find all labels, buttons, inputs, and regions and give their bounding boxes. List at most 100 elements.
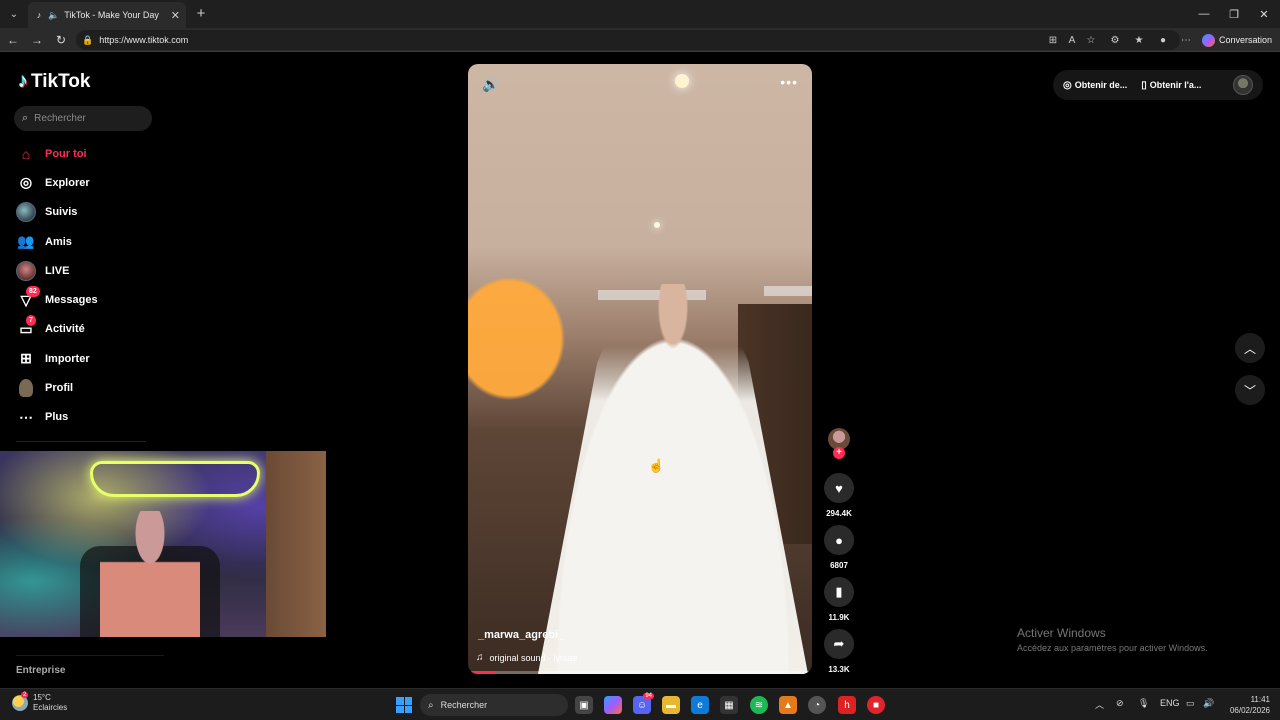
start-button[interactable] — [396, 697, 412, 713]
following-avatar-icon — [16, 202, 36, 223]
copilot-icon[interactable] — [604, 696, 622, 714]
refresh-button[interactable]: ↻ — [52, 31, 70, 49]
browser-tab[interactable]: ♪ 🔈 TikTok - Make Your Day ✕ — [28, 2, 186, 28]
taskbar-search[interactable]: ⌕ Rechercher — [420, 694, 568, 716]
sidebar-item-messages[interactable]: ▽ 82 Messages — [14, 285, 164, 314]
weather-widget[interactable]: 2 15°C Eclaircies — [12, 692, 68, 713]
extensions-icon[interactable]: ⚙ — [1107, 32, 1123, 48]
sidebar-item-label: Importer — [45, 352, 90, 365]
video-more-icon[interactable]: ••• — [780, 74, 798, 90]
ceiling-light — [675, 74, 689, 88]
entreprise-link[interactable]: Entreprise — [16, 665, 65, 676]
sidebar-item-activite[interactable]: ▭ 7 Activité — [14, 315, 164, 344]
compass-icon: ◎ — [19, 174, 33, 191]
follow-plus-icon[interactable]: + — [833, 447, 845, 459]
sidebar-item-pour-toi[interactable]: ⌂ Pour toi — [14, 139, 164, 168]
video-sound[interactable]: ♫ original sound - lyrsae — [476, 652, 578, 663]
video-progress-bar[interactable] — [468, 671, 812, 674]
video-username[interactable]: _marwa_agrebi_ — [478, 629, 564, 641]
app-circle-icon[interactable]: ◔ — [808, 696, 826, 714]
file-explorer-icon[interactable]: ▬ — [662, 696, 680, 714]
app-available-icon[interactable]: ⊞ — [1045, 32, 1061, 48]
minimize-button[interactable]: — — [1188, 0, 1220, 28]
previous-video-button[interactable]: ︿ — [1235, 333, 1265, 363]
mouse-cursor-icon: ☝ — [648, 458, 665, 473]
volume-tray-icon[interactable]: 🔊 — [1203, 698, 1214, 709]
translate-icon[interactable]: A — [1064, 32, 1080, 48]
sidebar-item-live[interactable]: LIVE — [14, 256, 164, 285]
edge-icon[interactable]: e — [691, 696, 709, 714]
browser-profile-icon[interactable]: ● — [1155, 32, 1171, 48]
url-field[interactable]: 🔒 https://www.tiktok.com — [76, 30, 1180, 50]
discord-icon[interactable]: ☺ 94 — [633, 693, 654, 714]
new-tab-button[interactable]: + — [192, 4, 210, 22]
favorites-icon[interactable]: ★ — [1131, 32, 1147, 48]
tab-actions-icon[interactable]: ⌄ — [4, 4, 24, 24]
sidebar-item-label: Plus — [45, 411, 69, 424]
spotify-icon[interactable]: ≋ — [750, 696, 768, 714]
chevron-down-icon: ﹀ — [1243, 383, 1256, 398]
browser-menu-icon[interactable]: ⋯ — [1178, 32, 1194, 48]
clock[interactable]: 11:41 06/02/2026 — [1222, 694, 1270, 716]
forward-button[interactable]: → — [28, 31, 46, 49]
more-icon: ⋯ — [19, 408, 33, 425]
language-indicator[interactable]: ENG — [1160, 698, 1180, 708]
sidebar-item-explorer[interactable]: ◎ Explorer — [14, 168, 164, 197]
network-off-icon[interactable]: ⊘ — [1116, 698, 1124, 709]
share-button[interactable]: ➦ — [824, 629, 854, 659]
like-button[interactable]: ♥ — [824, 473, 854, 503]
home-icon: ⌂ — [21, 145, 31, 162]
get-app-button[interactable]: ▯ Obtenir l'a... — [1141, 80, 1201, 91]
clock-time: 11:41 — [1250, 695, 1270, 704]
volume-icon[interactable]: 🔊 — [482, 76, 499, 93]
neon-light — [90, 461, 260, 497]
save-button[interactable]: ▮ — [824, 577, 854, 607]
task-view-icon[interactable]: ▣ — [575, 696, 593, 714]
display-icon[interactable]: ▭ — [1186, 698, 1195, 709]
tab-close-icon[interactable]: ✕ — [171, 9, 180, 22]
app-red-round-icon[interactable]: ■ — [867, 696, 885, 714]
clock-date: 06/02/2026 — [1229, 706, 1270, 715]
sidebar-item-amis[interactable]: 👥 Amis — [14, 227, 164, 256]
coin-icon: ◎ — [1063, 79, 1072, 91]
store-icon[interactable]: ▦ — [720, 696, 738, 714]
conversation-label: Conversation — [1219, 35, 1273, 45]
browser-tab-bar: ⌄ ♪ 🔈 TikTok - Make Your Day ✕ + — ❐ ✕ — [0, 0, 1280, 28]
restore-button[interactable]: ❐ — [1218, 0, 1250, 28]
sidebar-item-profil[interactable]: Profil — [14, 373, 164, 402]
search-placeholder: Rechercher — [34, 113, 86, 124]
sidebar-item-plus[interactable]: ⋯ Plus — [14, 403, 164, 432]
favorite-star-icon[interactable]: ☆ — [1083, 32, 1099, 48]
sidebar-item-suivis[interactable]: Suivis — [14, 198, 164, 227]
app-orange-icon[interactable]: ▲ — [779, 696, 797, 714]
app-red-icon[interactable]: h — [838, 696, 856, 714]
taskbar-search-label: Rechercher — [440, 700, 488, 710]
microphone-icon[interactable]: 🎙 — [1138, 698, 1149, 709]
speaker-icon[interactable]: 🔈 — [48, 10, 59, 21]
tiktok-note-icon: ♪ — [18, 70, 28, 92]
video-progress-fill — [468, 671, 496, 674]
url-text: https://www.tiktok.com — [99, 35, 189, 45]
copilot-conversation-button[interactable]: Conversation — [1202, 31, 1272, 49]
sidebar-item-importer[interactable]: ⊞ Importer — [14, 344, 164, 373]
tiktok-logo[interactable]: ♪ TikTok — [18, 70, 90, 93]
video-player[interactable]: 🔊 ••• _marwa_agrebi_ ♫ original sound - … — [468, 64, 812, 674]
weather-icon: 2 — [12, 692, 29, 711]
sidebar-item-label: Messages — [45, 294, 98, 307]
next-video-button[interactable]: ﹀ — [1235, 375, 1265, 405]
webcam-overlay — [0, 451, 326, 637]
tray-expand-icon[interactable]: ︿ — [1095, 698, 1104, 711]
comment-button[interactable]: ● — [824, 525, 854, 555]
weather-desc: Eclaircies — [33, 703, 68, 712]
save-count: 11.9K — [828, 613, 850, 622]
get-coins-button[interactable]: ◎ Obtenir de... — [1063, 80, 1127, 91]
close-window-button[interactable]: ✕ — [1248, 0, 1280, 28]
video-sound-label: original sound - lyrsae — [489, 652, 578, 663]
search-input[interactable]: ⌕ Rechercher — [14, 106, 152, 131]
messages-badge: 82 — [26, 286, 40, 298]
back-button[interactable]: ← — [4, 31, 22, 49]
share-icon: ➦ — [833, 636, 845, 651]
sidebar-item-label: LIVE — [45, 264, 70, 277]
user-avatar[interactable] — [1233, 75, 1253, 95]
discord-badge: 94 — [643, 693, 654, 699]
